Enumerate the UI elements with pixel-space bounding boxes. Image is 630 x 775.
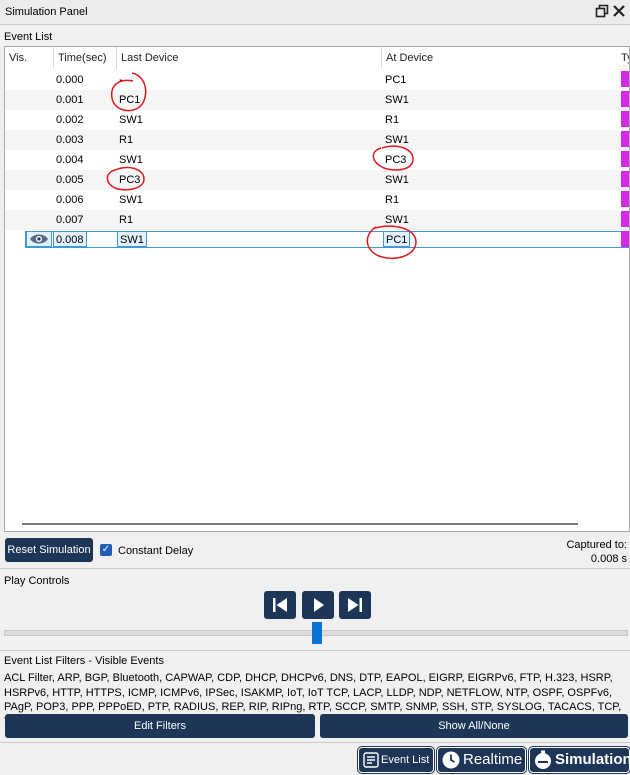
last-device-cell: SW1 bbox=[117, 231, 147, 247]
realtime-mode-button[interactable]: Realtime bbox=[437, 747, 526, 773]
table-row[interactable]: 0.002 SW1 R1 bbox=[5, 110, 629, 130]
restore-window-icon[interactable] bbox=[594, 2, 610, 20]
last-device-cell: SW1 bbox=[119, 114, 143, 126]
last-device-cell: SW1 bbox=[119, 194, 143, 206]
divider bbox=[0, 742, 630, 743]
table-row[interactable]: 0.001 PC1 SW1 bbox=[5, 90, 629, 110]
table-row[interactable]: 0.007 R1 SW1 bbox=[5, 210, 629, 230]
at-device-cell: SW1 bbox=[385, 174, 409, 186]
title-bar: Simulation Panel bbox=[0, 0, 630, 24]
time-cell: 0.006 bbox=[56, 194, 84, 206]
divider bbox=[0, 568, 630, 569]
last-device-cell: PC3 bbox=[119, 174, 141, 186]
skip-back-button[interactable] bbox=[264, 591, 296, 619]
at-device-cell: PC1 bbox=[383, 231, 411, 247]
table-row[interactable]: 0.008 SW1 PC1 bbox=[5, 230, 629, 250]
simulation-mode-label: Simulation bbox=[555, 751, 630, 768]
table-row[interactable]: 0.006 SW1 R1 bbox=[5, 190, 629, 210]
event-type-swatch bbox=[621, 131, 629, 147]
panel-title: Simulation Panel bbox=[5, 6, 88, 18]
time-cell: 0.004 bbox=[56, 154, 84, 166]
table-row[interactable]: 0.000 - PC1 bbox=[5, 70, 629, 90]
play-icon bbox=[314, 598, 324, 612]
event-type-swatch bbox=[621, 191, 629, 207]
realtime-mode-label: Realtime bbox=[463, 751, 523, 768]
show-all-none-button[interactable]: Show All/None bbox=[320, 714, 628, 738]
event-type-swatch bbox=[621, 231, 629, 247]
stopwatch-icon bbox=[535, 750, 551, 769]
col-header-at-device[interactable]: At Device bbox=[382, 47, 621, 69]
captured-value: 0.008 s bbox=[590, 553, 627, 565]
at-device-cell: SW1 bbox=[385, 214, 409, 226]
selected-row-frame bbox=[25, 231, 629, 248]
playback-slider-thumb[interactable] bbox=[312, 622, 322, 644]
time-cell: 0.008 bbox=[53, 231, 87, 247]
table-row[interactable]: 0.003 R1 SW1 bbox=[5, 130, 629, 150]
at-device-cell: SW1 bbox=[385, 94, 409, 106]
last-device-cell: - bbox=[119, 74, 123, 86]
skip-forward-icon bbox=[348, 598, 362, 612]
time-cell: 0.002 bbox=[56, 114, 84, 126]
divider bbox=[0, 650, 630, 651]
skip-forward-button[interactable] bbox=[339, 591, 371, 619]
time-cell: 0.007 bbox=[56, 214, 84, 226]
time-cell: 0.005 bbox=[56, 174, 84, 186]
last-device-cell: R1 bbox=[119, 214, 134, 226]
horizontal-scrollbar[interactable] bbox=[22, 523, 578, 525]
table-row[interactable]: 0.004 SW1 PC3 bbox=[5, 150, 629, 170]
at-device-cell: PC3 bbox=[385, 154, 407, 166]
simulation-mode-button[interactable]: Simulation bbox=[529, 747, 630, 773]
col-header-time[interactable]: Time(sec) bbox=[54, 47, 117, 69]
at-device-cell: R1 bbox=[385, 114, 400, 126]
last-device-cell: SW1 bbox=[119, 154, 143, 166]
col-header-last-device[interactable]: Last Device bbox=[117, 47, 382, 69]
event-type-swatch bbox=[621, 71, 629, 87]
edit-filters-button[interactable]: Edit Filters bbox=[5, 714, 315, 738]
captured-label: Captured to: bbox=[566, 539, 627, 551]
filters-label: Event List Filters - Visible Events bbox=[4, 655, 164, 667]
event-list-label: Event List bbox=[4, 31, 53, 43]
at-device-cell: R1 bbox=[385, 194, 400, 206]
constant-delay-label: Constant Delay bbox=[118, 545, 194, 557]
col-header-type[interactable]: Ty bbox=[617, 47, 629, 69]
event-list-toggle-label: Event List bbox=[381, 754, 430, 766]
event-list-toggle-button[interactable]: Event List bbox=[358, 747, 434, 773]
last-device-cell: R1 bbox=[119, 134, 134, 146]
last-device-cell: PC1 bbox=[119, 94, 141, 106]
time-cell: 0.003 bbox=[56, 134, 84, 146]
event-type-swatch bbox=[621, 171, 629, 187]
constant-delay-checkbox[interactable]: ✓ bbox=[100, 544, 112, 556]
event-table: Vis. Time(sec) Last Device At Device Ty … bbox=[4, 46, 630, 532]
table-row[interactable]: 0.005 PC3 SW1 bbox=[5, 170, 629, 190]
event-list-icon bbox=[363, 752, 379, 768]
event-type-swatch bbox=[621, 111, 629, 127]
clock-icon bbox=[442, 751, 460, 769]
time-cell: 0.001 bbox=[56, 94, 84, 106]
at-device-cell: SW1 bbox=[385, 134, 409, 146]
time-cell: 0.000 bbox=[56, 74, 84, 86]
at-device-cell: PC1 bbox=[385, 74, 407, 86]
eye-icon[interactable] bbox=[26, 231, 52, 247]
close-icon[interactable] bbox=[611, 2, 627, 20]
skip-back-icon bbox=[273, 598, 287, 612]
event-type-swatch bbox=[621, 151, 629, 167]
play-button[interactable] bbox=[302, 591, 334, 619]
event-type-swatch bbox=[621, 91, 629, 107]
event-type-swatch bbox=[621, 211, 629, 227]
reset-simulation-button[interactable]: Reset Simulation bbox=[5, 538, 93, 562]
col-header-vis[interactable]: Vis. bbox=[5, 47, 54, 69]
play-controls-label: Play Controls bbox=[4, 575, 70, 587]
divider bbox=[0, 24, 630, 25]
